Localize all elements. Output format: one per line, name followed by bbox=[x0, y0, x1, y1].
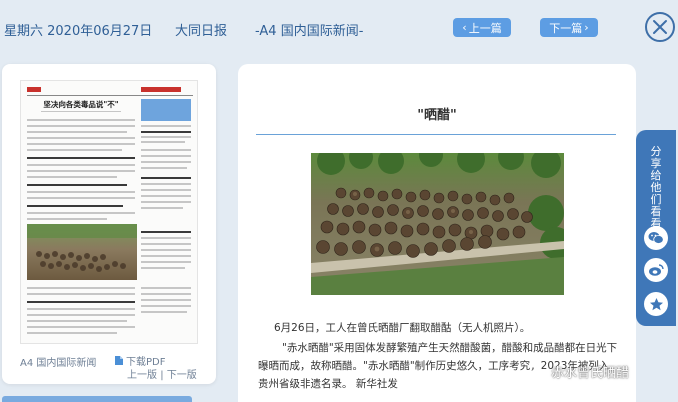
favorite-icon bbox=[649, 297, 663, 310]
next-article-label: 下一篇 bbox=[549, 21, 583, 35]
weibo-icon bbox=[649, 264, 664, 276]
next-article-button[interactable]: 下一篇 › bbox=[540, 18, 598, 37]
weibo-share-button[interactable] bbox=[644, 258, 668, 282]
watermark-text: 赤水曾氏晒醋 bbox=[551, 366, 630, 381]
prev-article-label: 上一篇 bbox=[468, 21, 502, 35]
top-bar: 星期六 2020年06月27日 大同日报 -A4 国内国际新闻- ‹ 上一篇 下… bbox=[0, 0, 678, 58]
section-name: -A4 国内国际新闻- bbox=[255, 24, 364, 39]
article-title: "晒醋" bbox=[417, 108, 457, 123]
chevron-right-icon: › bbox=[584, 21, 589, 34]
photo-caption: 6月26日，工人在曾氏晒醋厂翻取醋酤（无人机照片）。 bbox=[274, 322, 531, 334]
page-thumbnail[interactable]: 坚决向各类毒品说"不" bbox=[20, 80, 198, 344]
next-page-link[interactable]: 下一版 bbox=[167, 370, 197, 381]
next-card-edge bbox=[2, 396, 192, 402]
pdf-file-icon bbox=[115, 356, 123, 365]
close-icon bbox=[653, 20, 667, 34]
prev-page-link[interactable]: 上一版 bbox=[127, 370, 157, 381]
account-watermark: 赤水曾氏晒醋 bbox=[530, 362, 629, 381]
article-photo[interactable] bbox=[311, 153, 564, 295]
chevron-left-icon: ‹ bbox=[462, 21, 467, 34]
pager-separator: | bbox=[160, 370, 164, 381]
title-divider bbox=[256, 134, 616, 135]
close-button[interactable] bbox=[645, 12, 675, 42]
newspaper-name: 大同日报 bbox=[175, 24, 228, 39]
wechat-share-button[interactable] bbox=[644, 226, 668, 250]
wechat-logo-icon bbox=[530, 364, 546, 378]
favorite-button[interactable] bbox=[644, 292, 668, 316]
page-label: A4 国内国际新闻 bbox=[20, 358, 97, 369]
share-panel: 分享给他们看看 bbox=[636, 130, 676, 326]
prev-article-button[interactable]: ‹ 上一篇 bbox=[453, 18, 511, 37]
thumb-headline: 坚决向各类毒品说"不" bbox=[43, 100, 119, 109]
article-panel: "晒醋" 6月26日，工人在曾氏晒醋厂翻取醋酤（无人机照片）。 "赤水晒醋"采用… bbox=[238, 64, 636, 402]
issue-date: 星期六 2020年06月27日 bbox=[4, 24, 153, 39]
page-pager: 上一版 | 下一版 bbox=[127, 366, 197, 381]
share-label: 分享给他们看看 bbox=[650, 145, 662, 230]
wechat-icon bbox=[648, 232, 664, 244]
thumb-photo bbox=[27, 224, 137, 280]
page-thumbnail-card: 坚决向各类毒品说"不" A4 国内国际新闻 下载PDF 上一版 | 下一版 bbox=[2, 64, 216, 384]
